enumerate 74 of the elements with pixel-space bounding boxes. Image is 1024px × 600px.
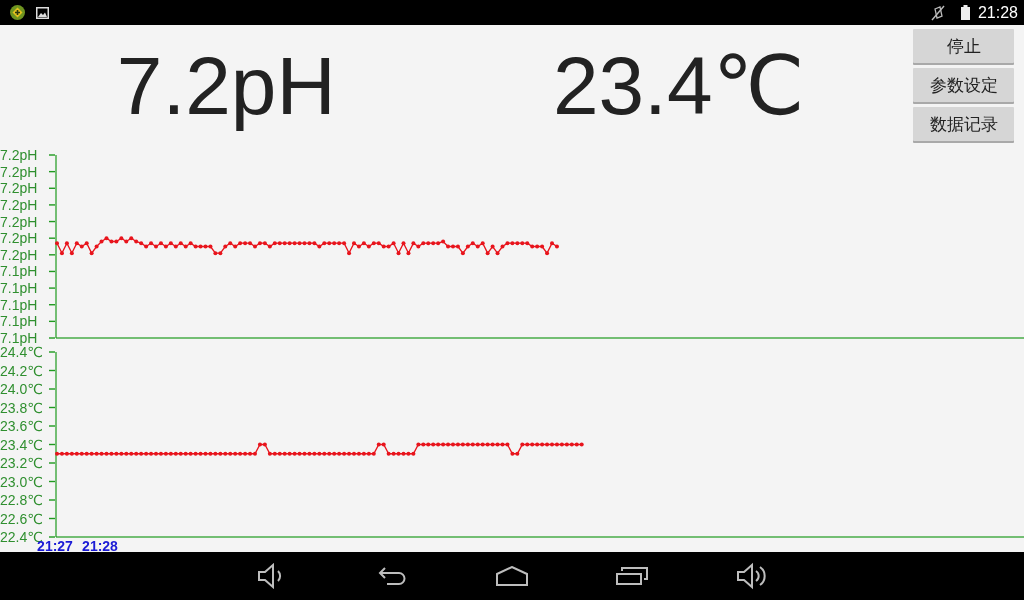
y-axis-label: 23.6℃ [0,418,43,434]
y-axis-label: 7.1pH [0,313,38,330]
tick-mark [49,220,55,223]
home-icon [496,566,528,586]
tick-mark [49,254,55,256]
y-axis-label: 24.0℃ [0,381,43,397]
tick-mark [49,351,55,353]
y-axis-label: 23.0℃ [0,473,43,490]
battery-icon [960,5,970,20]
mute-icon [930,4,945,21]
status-time: 21:28 [977,3,1018,22]
tick-mark [49,425,55,427]
data-point [89,251,94,256]
data-point [59,251,64,256]
tick-mark [49,204,55,206]
data-log-button[interactable]: 数据记录 [913,107,1014,141]
data-point [545,251,550,256]
tick-mark [49,536,55,538]
ph-reading: 7.2pH [116,39,336,134]
data-point [490,244,495,249]
data-point [55,241,59,246]
data-point [69,251,74,256]
y-axis-label: 7.2pH [0,163,38,180]
tick-mark [49,154,55,156]
data-point [495,251,500,256]
y-axis-label: 7.2pH [0,213,38,230]
data-point [347,251,352,256]
tick-mark [49,388,55,390]
data-point [406,251,411,256]
tick-mark [49,337,55,339]
y-axis-label: 7.1pH [0,296,38,313]
y-axis-label: 7.2pH [0,196,38,213]
y-axis-label: 22.6℃ [0,510,43,527]
tick-mark [49,170,55,173]
y-axis-label: 23.4℃ [0,436,43,453]
data-point [485,251,490,256]
temperature-reading: 23.4℃ [552,39,805,134]
tick-mark [49,462,55,464]
y-axis-label: 7.2pH [0,147,38,163]
data-point [460,251,465,256]
back-icon [377,566,407,586]
y-axis-label: 22.8℃ [0,492,43,508]
tick-mark [49,369,55,372]
y-axis-label: 7.1pH [0,280,38,297]
tick-mark [49,237,55,239]
y-axis-label: 24.4℃ [0,344,43,360]
tick-mark [49,480,55,483]
data-point [401,241,406,246]
y-axis-label: 7.2pH [0,230,38,247]
y-axis-label: 7.2pH [0,180,38,197]
tick-mark [49,517,55,520]
volume-up-icon [736,562,768,590]
tick-mark [49,499,55,501]
time-label: 21:28 [82,538,118,554]
y-axis-label: 7.1pH [0,263,38,280]
tick-mark [49,287,55,289]
y-axis-label: 23.2℃ [0,455,43,471]
tick-mark [49,443,55,446]
data-point [64,241,69,246]
tick-mark [49,320,55,323]
recent-apps-icon [616,567,648,585]
y-axis-label: 23.8℃ [0,399,43,416]
y-axis-label: 7.1pH [0,330,38,346]
tick-mark [49,270,55,273]
y-axis-label: 24.2℃ [0,362,43,379]
stop-button[interactable]: 停止 [913,29,1014,63]
settings-button[interactable]: 参数设定 [913,68,1014,102]
image-icon [36,6,49,19]
round-app-icon [10,5,25,20]
tick-mark [49,304,55,306]
y-axis-label: 7.2pH [0,246,38,263]
tick-mark [49,406,55,409]
tick-mark [49,187,55,189]
data-point [396,251,401,256]
